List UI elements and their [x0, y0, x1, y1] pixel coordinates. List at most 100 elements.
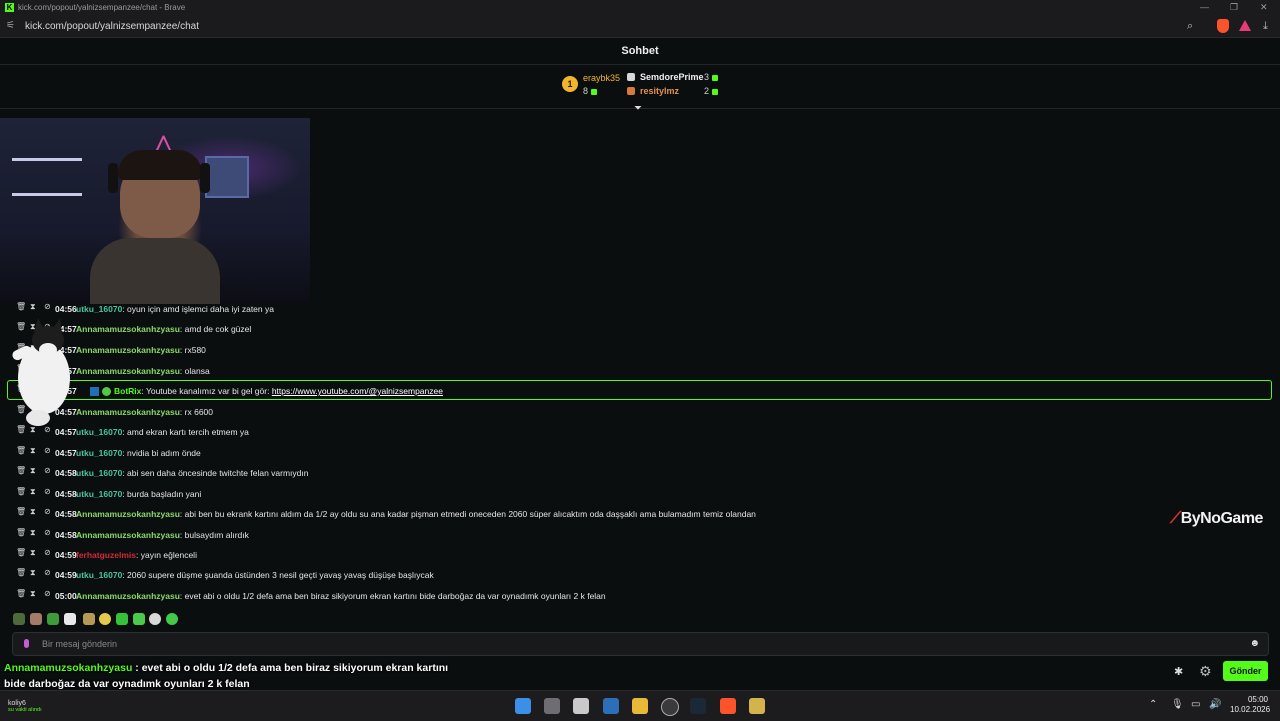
ban-user-icon[interactable]: ⊘: [44, 302, 51, 311]
ban-user-icon[interactable]: ⊘: [44, 507, 51, 516]
taskbar-clock[interactable]: 05:00 10.02.2026: [1230, 695, 1270, 715]
timeout-user-icon[interactable]: ⧗: [30, 446, 36, 456]
emote-icon[interactable]: [30, 613, 42, 625]
expand-pinned-icon[interactable]: ⏷: [634, 103, 642, 114]
brave-shield-icon[interactable]: [1217, 19, 1229, 33]
microphone-icon[interactable]: [24, 639, 29, 648]
timeout-user-icon[interactable]: ⧗: [30, 568, 36, 578]
chat-input[interactable]: Bir mesaj gönderin ☻: [12, 632, 1269, 656]
chat-message[interactable]: 🗑 ⧗ ⊘ 04:57 utku_16070: nvidia bi adım önde: [0, 442, 1280, 462]
delete-message-icon[interactable]: 🗑: [16, 466, 26, 475]
message-username[interactable]: Annamamuzsokanhzyasu: [76, 324, 180, 334]
chat-message[interactable]: 🗑 ⧗ ⊘ 04:58 utku_16070: abi sen daha öncesin…: [0, 462, 1280, 482]
tray-overflow-icon[interactable]: ⌃: [1149, 699, 1157, 710]
emote-icon[interactable]: [99, 613, 111, 625]
leader-2-name[interactable]: SemdorePrime: [640, 72, 704, 82]
chat-message[interactable]: 🗑 ⧗ ⊘ 04:58 utku_16070: burda başladın yani: [0, 483, 1280, 503]
obs-icon[interactable]: [661, 698, 679, 716]
chat-message[interactable]: 🗑 ⧗ ⊘ 04:59 utku_16070: 2060 supere düşme şu…: [0, 564, 1280, 584]
brave-rewards-icon[interactable]: [1239, 20, 1251, 31]
url-text[interactable]: kick.com/popout/yalnizsempanzee/chat: [25, 21, 199, 32]
emote-icon[interactable]: [47, 613, 59, 625]
message-username[interactable]: Annamamuzsokanhzyasu: [76, 530, 180, 540]
chat-message[interactable]: 🗑 ⧗ ⊘ 04:56 utku_16070: oyun için amd işlemc…: [0, 298, 1280, 318]
emote-icon[interactable]: [83, 613, 95, 625]
timeout-user-icon[interactable]: ⧗: [30, 507, 36, 517]
microphone-tray-icon[interactable]: 🎙: [1171, 699, 1184, 710]
emote-icon[interactable]: [13, 613, 25, 625]
timeout-user-icon[interactable]: ⧗: [30, 487, 36, 497]
chat-message[interactable]: 🗑 ⧗ ⊘ 05:00 Annamamuzsokanhzyasu: evet abi o…: [0, 585, 1280, 605]
ban-user-icon[interactable]: ⊘: [44, 589, 51, 598]
chat-message[interactable]: 🗑 ⧗ ⊘ 04:58 Annamamuzsokanhzyasu: abi ben bu…: [0, 503, 1280, 523]
delete-message-icon[interactable]: 🗑: [16, 302, 26, 311]
app-icon[interactable]: [573, 698, 589, 714]
delete-message-icon[interactable]: 🗑: [16, 568, 26, 577]
send-button[interactable]: Gönder: [1223, 661, 1268, 681]
brave-browser-icon[interactable]: [720, 698, 736, 714]
close-icon[interactable]: ✕: [1260, 2, 1268, 13]
timeout-user-icon[interactable]: ⧗: [30, 528, 36, 538]
leader-1-name[interactable]: eraybk35: [583, 73, 620, 83]
emote-icon[interactable]: [133, 613, 145, 625]
message-username[interactable]: Annamamuzsokanhzyasu: [76, 509, 180, 519]
message-username[interactable]: utku_16070: [76, 304, 122, 314]
chat-message[interactable]: 🗑 ⧗ ⊘ 04:57 utku_16070: amd ekran kartı terc…: [0, 421, 1280, 441]
emote-icon[interactable]: [149, 613, 161, 625]
delete-message-icon[interactable]: 🗑: [16, 507, 26, 516]
emote-icon[interactable]: [64, 613, 76, 625]
message-username[interactable]: BotRix: [114, 386, 141, 396]
delete-message-icon[interactable]: 🗑: [16, 548, 26, 557]
timeout-user-icon[interactable]: ⧗: [30, 548, 36, 558]
leader-3-name[interactable]: resitylmz: [640, 86, 679, 96]
delete-message-icon[interactable]: 🗑: [16, 446, 26, 455]
zoom-icon[interactable]: ⌕: [1187, 20, 1193, 33]
minimize-icon[interactable]: —: [1200, 2, 1209, 12]
network-icon[interactable]: ▭: [1191, 699, 1200, 710]
chat-settings-icon[interactable]: ✱: [1174, 665, 1183, 678]
message-username[interactable]: utku_16070: [76, 448, 122, 458]
chat-message[interactable]: 🗑⧗⊘04:57Annamamuzsokanhzyasu: amd de cok…: [0, 318, 1280, 338]
address-bar[interactable]: ⚟ kick.com/popout/yalnizsempanzee/chat ⌕…: [0, 16, 1280, 38]
site-settings-icon[interactable]: ⚟: [6, 20, 15, 31]
settings-gear-icon[interactable]: ⚙: [1199, 663, 1212, 680]
ban-user-icon[interactable]: ⊘: [44, 487, 51, 496]
message-username[interactable]: Annamamuzsokanhzyasu: [76, 591, 180, 601]
message-username[interactable]: Annamamuzsokanhzyasu: [76, 407, 180, 417]
chat-message[interactable]: 🗑⧗⊘04:57Annamamuzsokanhzyasu: olansa: [0, 360, 1280, 380]
app-icon[interactable]: [749, 698, 765, 714]
message-username[interactable]: Annamamuzsokanhzyasu: [76, 366, 180, 376]
message-username[interactable]: Annamamuzsokanhzyasu: [76, 345, 180, 355]
restore-icon[interactable]: ❐: [1230, 2, 1238, 13]
ban-user-icon[interactable]: ⊘: [44, 568, 51, 577]
message-username[interactable]: ferhatguzelmis: [76, 550, 136, 560]
ban-user-icon[interactable]: ⊘: [44, 548, 51, 557]
file-explorer-icon[interactable]: [632, 698, 648, 714]
store-icon[interactable]: [603, 698, 619, 714]
chat-message[interactable]: 🗑 ⧗ ⊘ 04:58 Annamamuzsokanhzyasu: bulsaydım …: [0, 524, 1280, 544]
delete-message-icon[interactable]: 🗑: [16, 528, 26, 537]
download-icon[interactable]: ⤓: [1263, 20, 1268, 33]
emoji-icon[interactable]: ☻: [1249, 638, 1260, 649]
ban-user-icon[interactable]: ⊘: [44, 528, 51, 537]
steam-icon[interactable]: [690, 698, 706, 714]
ban-user-icon[interactable]: ⊘: [44, 446, 51, 455]
emote-icon[interactable]: [116, 613, 128, 625]
delete-message-icon[interactable]: 🗑: [16, 487, 26, 496]
timeout-user-icon[interactable]: ⧗: [30, 589, 36, 599]
message-username[interactable]: utku_16070: [76, 427, 122, 437]
message-username[interactable]: utku_16070: [76, 489, 122, 499]
delete-message-icon[interactable]: 🗑: [16, 589, 26, 598]
chat-message[interactable]: 🗑⧗⊘04:57Annamamuzsokanhzyasu: rx580: [0, 339, 1280, 359]
message-username[interactable]: utku_16070: [76, 468, 122, 478]
start-icon[interactable]: [515, 698, 531, 714]
timeout-user-icon[interactable]: ⧗: [30, 466, 36, 476]
chat-message[interactable]: 🗑⧗⊘04:57BotRix: Youtube kanalımız var bi…: [0, 380, 1280, 400]
task-view-icon[interactable]: [544, 698, 560, 714]
emote-icon[interactable]: [166, 613, 178, 625]
message-link[interactable]: https://www.youtube.com/@yalnizsempanzee: [272, 386, 443, 396]
volume-icon[interactable]: 🔊: [1209, 699, 1221, 710]
message-username[interactable]: utku_16070: [76, 570, 122, 580]
taskbar-widget[interactable]: koliy6 su vakti alındı: [8, 700, 42, 713]
chat-message[interactable]: 🗑⧗⊘04:57Annamamuzsokanhzyasu: rx 6600: [0, 401, 1280, 421]
